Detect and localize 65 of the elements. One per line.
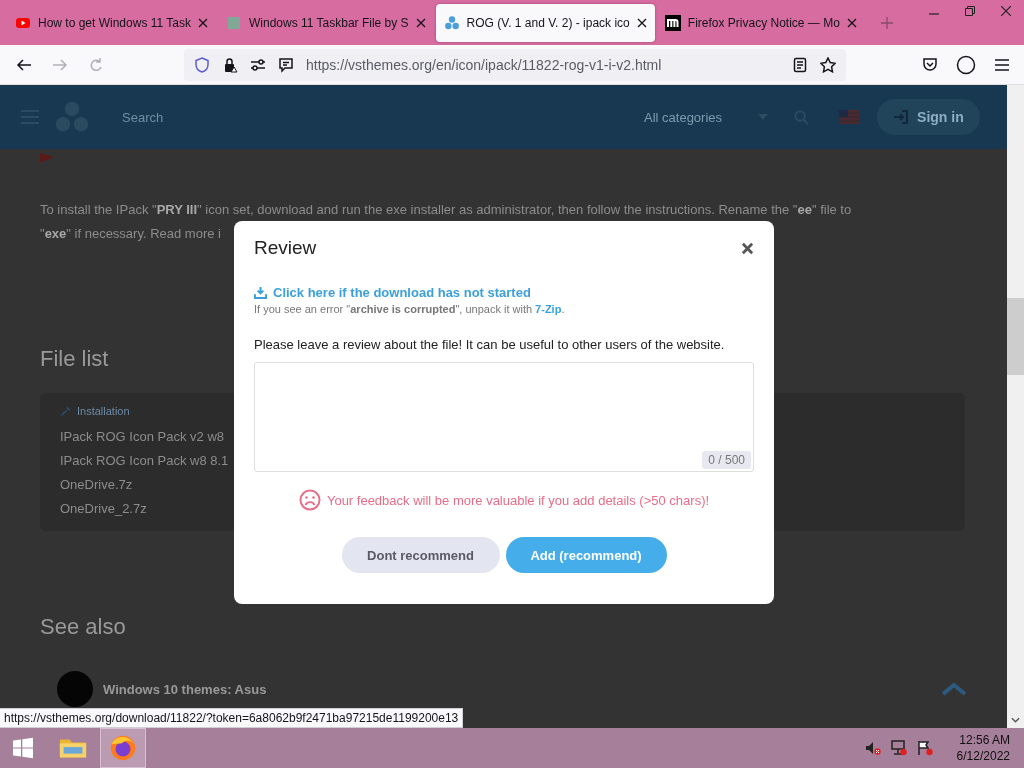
flag-icon[interactable] [916,740,933,756]
search-field[interactable]: Search [120,108,584,126]
file-name[interactable]: IPack ROG Icon Pack v2 w8 [60,425,224,449]
time-text: 12:56 AM [959,732,1010,748]
sign-in-button[interactable]: Sign in [877,99,980,135]
review-prompt: Please leave a review about the file! It can be useful to other users of the website. [254,337,726,352]
clock[interactable]: 12:56 AM 6/12/2022 [956,732,1010,764]
taskbar-app[interactable] [100,728,146,768]
shield-icon[interactable] [194,56,210,73]
status-url: https://vsthemes.org/download/11822/?token=6a8062b9f2471ba97215de1199200e13 [0,708,464,728]
category-dropdown[interactable]: All categories [644,109,723,125]
section-heading: File list [40,347,110,371]
address-bar[interactable]: https://vsthemes.org/en/icon/ipack/11822-rog-v1-i-v2.html [184,48,846,81]
file-name[interactable]: OneDrive.7z [60,473,133,497]
section-label: Installation [77,405,130,417]
sad-face-icon [298,489,321,511]
browser-tab[interactable]: Firefox Privacy Notice — Mo [656,3,865,42]
start-icon[interactable] [12,737,34,759]
sliders-icon[interactable] [250,56,266,73]
date-text: 6/12/2022 [956,748,1010,764]
download-icon[interactable] [254,286,267,299]
wrench-icon [60,405,71,417]
close-icon[interactable] [636,17,647,28]
browser-tab[interactable]: ROG (V. 1 and V. 2) - ipack ico [435,3,655,42]
character-counter: 0 / 500 [702,451,751,469]
back-icon[interactable] [16,56,32,73]
menu-icon[interactable] [994,56,1010,73]
install-text: To install the IPack "PRY III" icon set, download and run the exe installer as administrator, then follow the instructions. Rename the "ee" file to [40,202,852,218]
close-icon[interactable] [741,241,754,255]
file-name[interactable]: OneDrive_2.7z [60,497,147,521]
close-icon[interactable] [846,17,857,28]
restore-icon[interactable] [965,6,975,16]
speech-bubble-icon[interactable] [278,56,294,73]
dialog-title: Review [254,237,317,259]
warning-text: Your feedback will be more valuable if you add details (>50 chars)! [326,492,710,508]
download-link[interactable]: Click here if the download has not started [273,285,531,300]
pocket-icon[interactable] [922,56,938,73]
section-heading: See also [40,615,127,639]
lock-icon[interactable] [222,56,238,73]
avatar-circle [57,671,93,707]
scrollbar-thumb[interactable] [1007,298,1024,375]
login-icon [893,109,910,125]
triangle-icon [40,153,54,163]
favicon-icon [225,14,242,31]
browser-icon [108,733,138,763]
browser-tab[interactable]: Windows 11 Taskbar File by S [217,3,434,42]
account-icon[interactable] [956,54,976,75]
install-text: "exe" if necessary. Read more i [40,226,221,242]
reader-view-icon[interactable] [792,56,808,73]
hint-text: If you see an error "archive is corrupted", unpack it with 7-Zip. [254,303,566,315]
speaker-muted-icon[interactable] [864,740,881,756]
file-name[interactable]: IPack ROG Icon Pack w8 8.1 [60,449,229,473]
related-link[interactable]: Windows 10 themes: Asus [103,681,267,697]
review-field[interactable]: 0 / 500 [254,362,754,472]
favicon-icon [664,14,681,31]
close-icon[interactable] [197,17,208,28]
favicon-icon [443,14,460,31]
dont-recommend-button[interactable]: Dont recommend [341,537,500,573]
star-icon[interactable] [820,56,836,73]
close-icon[interactable] [415,17,426,28]
network-icon[interactable] [890,740,907,756]
url-text: https://vsthemes.org/en/icon/ipack/11822-rog-v1-i-v2.html [306,56,663,73]
scroll-down-icon[interactable] [1011,717,1020,723]
browser-tab[interactable]: How to get Windows 11 Task [7,3,216,42]
recommend-button[interactable]: Add (recommend) [505,537,667,573]
